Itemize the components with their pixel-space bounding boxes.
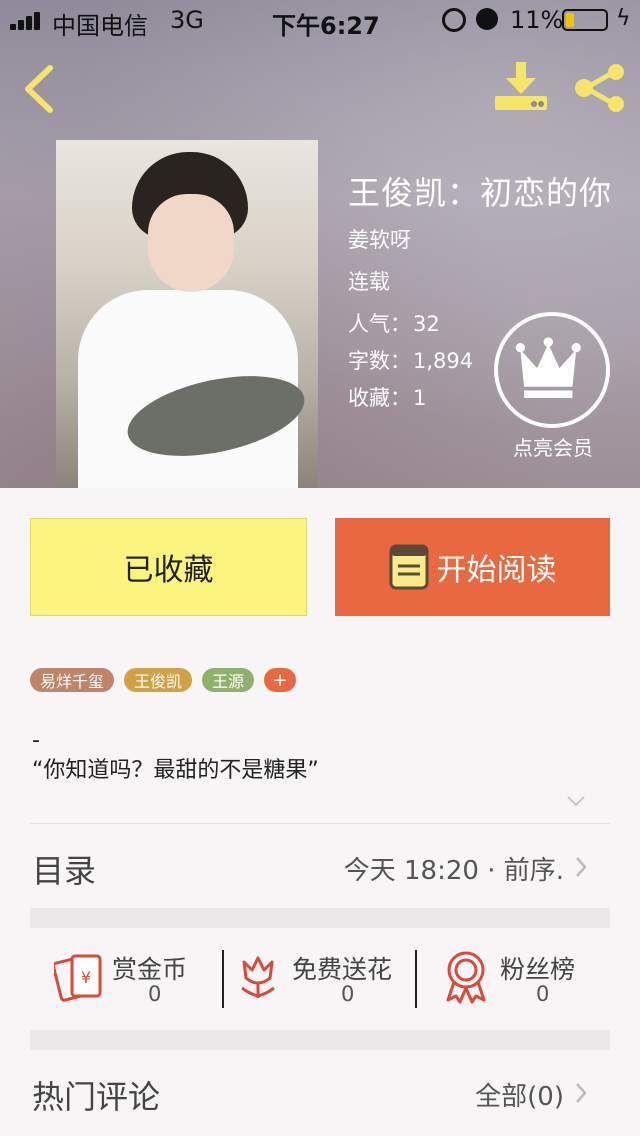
- start-reading-label: 开始阅读: [436, 553, 557, 588]
- tag-item[interactable]: 王源: [202, 668, 255, 692]
- favorites-value: 1: [413, 386, 427, 410]
- reward-fans-label[interactable]: 粉丝榜: [500, 950, 575, 986]
- chevron-down-icon[interactable]: [566, 794, 586, 808]
- toc-title[interactable]: 目录: [32, 846, 96, 892]
- book-intro: - “你知道吗？最甜的不是糖果”: [32, 726, 319, 786]
- intro-line: -: [32, 728, 40, 753]
- download-icon[interactable]: [492, 60, 550, 114]
- vip-button[interactable]: [494, 312, 610, 428]
- word-count-value: 1,894: [413, 349, 474, 373]
- all-comments-link[interactable]: 全部(0): [475, 1076, 564, 1113]
- book-status: 连载: [348, 270, 390, 294]
- chevron-right-icon[interactable]: [574, 855, 588, 879]
- intro-line: “你知道吗？最甜的不是糖果”: [32, 758, 319, 783]
- carrier-name: 中国电信: [52, 12, 148, 40]
- hot-comments-title: 热门评论: [32, 1078, 161, 1116]
- clock: 下午6:27: [272, 12, 380, 40]
- book-title: 王俊凯：初恋的你: [348, 174, 613, 212]
- charging-icon: ϟ: [616, 6, 631, 31]
- popularity-label: 人气：: [348, 312, 411, 336]
- favorites-stat: 收藏：1: [348, 382, 426, 412]
- status-bar: 中国电信 3G 下午6:27 11% ϟ: [0, 0, 640, 40]
- divider: [222, 950, 224, 1008]
- crown-icon: [515, 337, 581, 398]
- book-icon: [389, 544, 428, 590]
- red-envelope-icon[interactable]: ¥: [54, 950, 104, 1002]
- toc-latest-chapter[interactable]: 今天 18:20 · 前序.: [344, 850, 564, 887]
- alarm-icon: [476, 8, 498, 30]
- start-reading-button[interactable]: 开始阅读: [335, 518, 610, 616]
- section-gap: [30, 908, 610, 928]
- book-cover-image[interactable]: [56, 140, 318, 488]
- tag-item[interactable]: 易烊千玺: [30, 668, 115, 692]
- section-gap: [30, 1030, 610, 1050]
- svg-text:¥: ¥: [81, 968, 91, 987]
- ribbon-medal-icon[interactable]: [442, 950, 490, 1004]
- back-button[interactable]: [20, 62, 60, 116]
- word-count-stat: 字数：1,894: [348, 345, 473, 375]
- book-author[interactable]: 姜软呀: [348, 224, 411, 254]
- book-header: 中国电信 3G 下午6:27 11% ϟ 王俊凯：初恋的你 姜软呀 连载 人气：…: [0, 0, 640, 488]
- add-tag-button[interactable]: +: [264, 668, 297, 692]
- vip-label[interactable]: 点亮会员: [496, 432, 610, 461]
- reward-flower-count: 0: [341, 982, 355, 1006]
- popularity-stat: 人气：32: [348, 308, 440, 338]
- divider: [30, 823, 610, 824]
- chevron-right-icon[interactable]: [574, 1081, 588, 1105]
- reward-gold-count: 0: [148, 982, 162, 1006]
- flower-icon[interactable]: [236, 952, 280, 1002]
- word-count-label: 字数：: [348, 349, 411, 373]
- reward-flower-label[interactable]: 免费送花: [292, 950, 392, 986]
- tag-item[interactable]: 王俊凯: [124, 668, 193, 692]
- favorites-label: 收藏：: [348, 386, 411, 410]
- favorited-button[interactable]: 已收藏: [30, 518, 307, 616]
- rotation-lock-icon: [442, 8, 466, 32]
- share-icon[interactable]: [572, 62, 628, 114]
- divider: [415, 950, 417, 1008]
- battery-icon: [562, 9, 608, 31]
- popularity-value: 32: [413, 312, 440, 336]
- signal-icon: [10, 12, 44, 30]
- tag-list: 易烊千玺 王俊凯 王源 +: [30, 668, 297, 692]
- favorited-label: 已收藏: [123, 553, 214, 588]
- reward-fans-count: 0: [536, 982, 550, 1006]
- network-type: 3G: [170, 6, 204, 34]
- battery-percent: 11%: [510, 6, 564, 34]
- reward-gold-label[interactable]: 赏金币: [112, 950, 187, 986]
